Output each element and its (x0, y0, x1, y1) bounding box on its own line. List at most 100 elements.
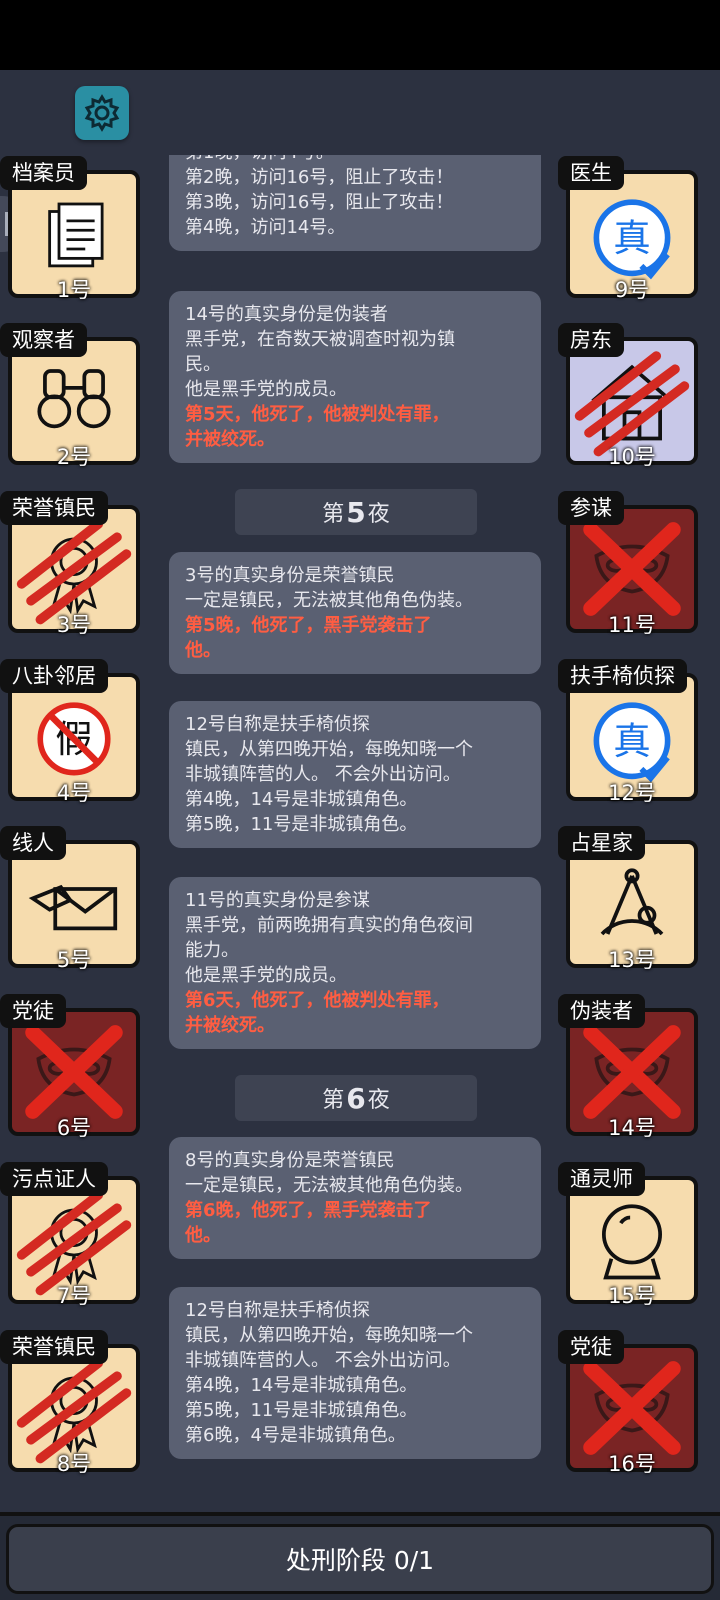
role-label: 党徒 (0, 994, 66, 1028)
role-label: 八卦邻居 (0, 659, 108, 693)
role-label: 医生 (558, 156, 624, 190)
player-number: 14号 (608, 1116, 656, 1140)
log-line: 他是黑手党的成员。 (185, 965, 347, 986)
log-line: 镇民，从第四晚开始，每晚知晓一个 (185, 739, 473, 760)
svg-text:真: 真 (613, 719, 651, 763)
log-line: 黑手党，在奇数天被调查时视为镇 (185, 329, 455, 350)
player-number: 9号 (614, 278, 650, 302)
log-line: 12号自称是扶手椅侦探 (185, 1300, 370, 1321)
night-number: 6 (346, 1081, 366, 1115)
log-line: 第4晚，14号是非城镇角色。 (185, 1375, 418, 1396)
log-line: 第1晚，访问4号。 (185, 155, 525, 165)
player-number: 13号 (608, 948, 656, 972)
night-number: 5 (346, 495, 366, 529)
game-screen: 第1晚，访问4号。 第2晚，访问16号，阻止了攻击！ 第3晚，访问16号，阻止了… (0, 0, 720, 1600)
log-line: 一定是镇民，无法被其他角色伪装。 (185, 1175, 473, 1196)
player-card[interactable]: 荣誉镇民 3号 (0, 491, 140, 637)
log-death-line: 第5天，他死了，他被判处有罪， 并被绞死。 (185, 404, 450, 450)
role-label: 观察者 (0, 323, 87, 357)
log-line: 民。 (185, 354, 221, 375)
player-number: 8号 (56, 1452, 92, 1476)
log-card: 12号自称是扶手椅侦探 镇民，从第四晚开始，每晚知晓一个 非城镇阵营的人。 不会… (169, 701, 541, 848)
player-card[interactable]: 荣誉镇民 8号 (0, 1330, 140, 1476)
log-card: 第1晚，访问4号。 第2晚，访问16号，阻止了攻击！ 第3晚，访问16号，阻止了… (169, 155, 541, 251)
player-card[interactable]: 参谋 11号 (558, 491, 698, 637)
role-label: 占星家 (558, 826, 645, 860)
execution-phase-button[interactable]: 处刑阶段 0/1 (6, 1524, 714, 1594)
log-line: 第4晚，14号是非城镇角色。 (185, 789, 418, 810)
log-line: 第2晚，访问16号，阻止了攻击！ (185, 167, 454, 188)
role-label: 党徒 (558, 1330, 624, 1364)
night-divider: 第5夜 (235, 489, 477, 535)
role-label: 荣誉镇民 (0, 491, 108, 525)
player-card[interactable]: 党徒 6号 (0, 994, 140, 1140)
log-line: 第3晚，访问16号，阻止了攻击！ (185, 192, 454, 213)
player-number: 1号 (56, 278, 92, 302)
role-label: 房东 (558, 323, 624, 357)
bottom-bar: 处刑阶段 0/1 (0, 1512, 720, 1600)
night-divider: 第6夜 (235, 1075, 477, 1121)
player-number: 2号 (56, 445, 92, 469)
log-line: 非城镇阵营的人。 不会外出访问。 (185, 1350, 461, 1371)
night-suffix: 夜 (367, 1088, 390, 1113)
player-number: 4号 (56, 781, 92, 805)
player-number: 5号 (56, 948, 92, 972)
log-line: 第4晚，访问14号。 (185, 217, 346, 238)
role-label: 线人 (0, 826, 66, 860)
log-line: 11号的真实身份是参谋 (185, 890, 370, 911)
log-card: 12号自称是扶手椅侦探 镇民，从第四晚开始，每晚知晓一个 非城镇阵营的人。 不会… (169, 1287, 541, 1459)
log-death-line: 第6晚，他死了，黑手党袭击了 他。 (185, 1200, 432, 1246)
log-line: 第6晚，4号是非城镇角色。 (185, 1425, 406, 1446)
player-number: 12号 (608, 781, 656, 805)
role-label: 荣誉镇民 (0, 1330, 108, 1364)
player-card[interactable]: 线人 5号 (0, 826, 140, 972)
event-log[interactable]: 第1晚，访问4号。 第2晚，访问16号，阻止了攻击！ 第3晚，访问16号，阻止了… (155, 155, 565, 1495)
settings-button[interactable] (75, 86, 129, 140)
player-card[interactable]: 真 扶手椅侦探 12号 (558, 659, 698, 805)
log-card: 8号的真实身份是荣誉镇民 一定是镇民，无法被其他角色伪装。 第6晚，他死了，黑手… (169, 1137, 541, 1259)
player-card[interactable]: 通灵师 15号 (558, 1162, 698, 1308)
player-card[interactable]: 占星家 13号 (558, 826, 698, 972)
log-death-line: 第5晚，他死了，黑手党袭击了 他。 (185, 615, 432, 661)
log-line: 镇民，从第四晚开始，每晚知晓一个 (185, 1325, 473, 1346)
gear-icon (84, 94, 120, 132)
player-card[interactable]: 污点证人 7号 (0, 1162, 140, 1308)
status-bar (0, 0, 720, 70)
night-prefix: 第 (322, 502, 345, 527)
log-death-line: 第6天，他死了，他被判处有罪， 并被绞死。 (185, 990, 450, 1036)
role-label: 通灵师 (558, 1162, 645, 1196)
log-line: 非城镇阵营的人。 不会外出访问。 (185, 764, 461, 785)
player-number: 15号 (608, 1284, 656, 1308)
night-suffix: 夜 (367, 502, 390, 527)
player-card[interactable]: 伪装者 14号 (558, 994, 698, 1140)
player-number: 7号 (56, 1284, 92, 1308)
player-number: 3号 (56, 613, 92, 637)
player-card[interactable]: 真 医生 9号 (558, 156, 698, 302)
log-line: 他是黑手党的成员。 (185, 379, 347, 400)
log-line: 8号的真实身份是荣誉镇民 (185, 1150, 395, 1171)
role-label: 伪装者 (558, 994, 645, 1028)
execution-phase-label: 处刑阶段 0/1 (285, 1546, 435, 1575)
player-card[interactable]: 党徒 16号 (558, 1330, 698, 1476)
log-line: 12号自称是扶手椅侦探 (185, 714, 370, 735)
log-line: 第5晚，11号是非城镇角色。 (185, 814, 418, 835)
log-line: 能力。 (185, 940, 239, 961)
player-card[interactable]: 档案员 1号 (0, 156, 140, 302)
player-number: 6号 (56, 1116, 92, 1140)
log-card: 14号的真实身份是伪装者 黑手党，在奇数天被调查时视为镇 民。 他是黑手党的成员… (169, 291, 541, 463)
log-line: 一定是镇民，无法被其他角色伪装。 (185, 590, 473, 611)
player-card[interactable]: 观察者 2号 (0, 323, 140, 469)
log-line: 14号的真实身份是伪装者 (185, 304, 388, 325)
player-card[interactable]: 假八卦邻居4号 (0, 659, 140, 805)
log-line: 第5晚，11号是非城镇角色。 (185, 1400, 418, 1421)
svg-text:真: 真 (613, 216, 651, 260)
player-number: 16号 (608, 1452, 656, 1476)
player-number: 11号 (608, 613, 656, 637)
log-line: 黑手党，前两晚拥有真实的角色夜间 (185, 915, 473, 936)
player-card[interactable]: 房东 10号 (558, 323, 698, 469)
log-card: 3号的真实身份是荣誉镇民 一定是镇民，无法被其他角色伪装。 第5晚，他死了，黑手… (169, 552, 541, 674)
role-label: 污点证人 (0, 1162, 108, 1196)
log-card: 11号的真实身份是参谋 黑手党，前两晚拥有真实的角色夜间 能力。 他是黑手党的成… (169, 877, 541, 1049)
night-prefix: 第 (322, 1088, 345, 1113)
role-label: 档案员 (0, 156, 87, 190)
